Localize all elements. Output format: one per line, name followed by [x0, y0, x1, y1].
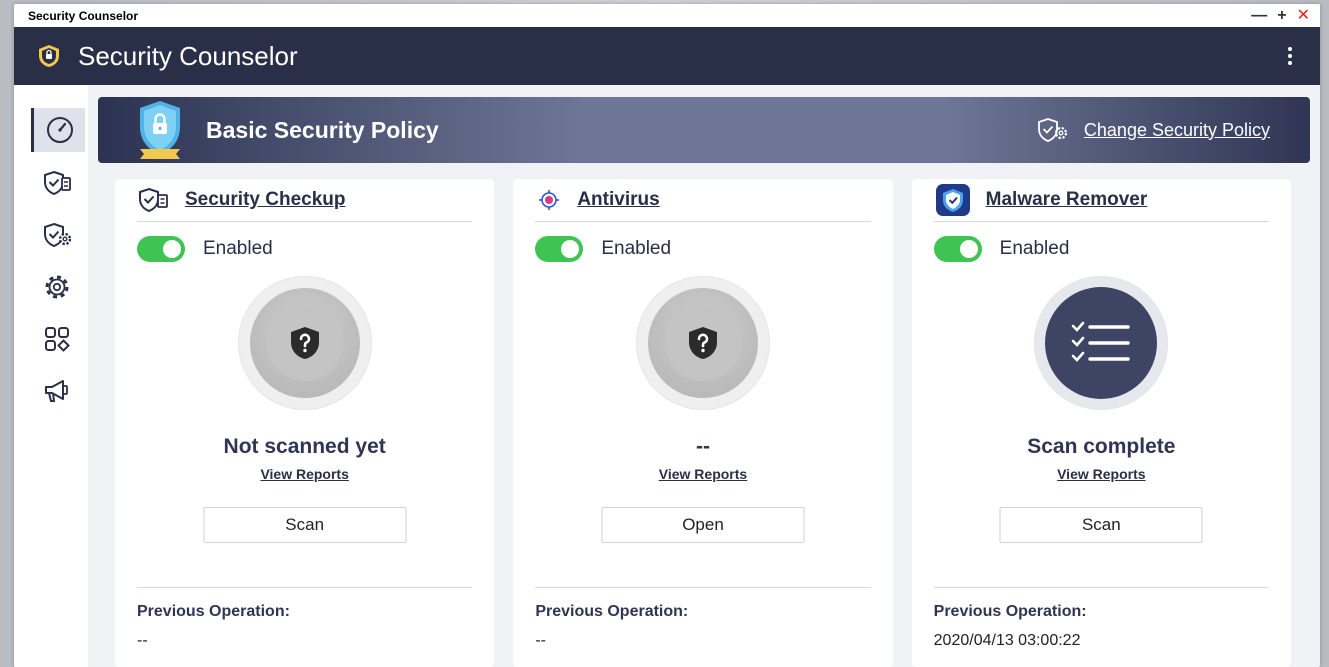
view-reports-link[interactable]: View Reports: [1057, 466, 1145, 482]
card-title-link[interactable]: Malware Remover: [986, 189, 1148, 211]
scan-button[interactable]: Scan: [203, 507, 407, 543]
window-titlebar[interactable]: Security Counselor — + ✕: [14, 4, 1320, 27]
previous-operation-value: --: [137, 632, 148, 649]
card-title-link[interactable]: Antivirus: [577, 189, 659, 211]
sidebar-item-security-checkup[interactable]: [30, 161, 84, 205]
status-text: Not scanned yet: [223, 435, 386, 458]
view-reports-link[interactable]: View Reports: [659, 466, 747, 482]
shield-question-icon: [290, 327, 319, 359]
status-dial: [237, 276, 372, 410]
window-controls: — + ✕: [1251, 7, 1310, 24]
previous-operation-label: Previous Operation:: [137, 603, 290, 620]
apps-grid-icon: [45, 327, 70, 352]
shield-question-icon: [688, 327, 717, 359]
malware-remover-icon: [935, 184, 970, 216]
view-reports-link[interactable]: View Reports: [260, 466, 348, 482]
sidebar: [14, 85, 88, 667]
previous-operation-value: 2020/04/13 03:00:22: [933, 632, 1081, 649]
policy-name: Basic Security Policy: [206, 116, 439, 143]
app-window: Security Counselor — + ✕ Security Counse…: [14, 4, 1320, 667]
checklist-icon: [1072, 321, 1131, 362]
malware-remover-card: Malware Remover Enabled Scan complete Vi…: [911, 179, 1291, 667]
main-content: Basic Security Policy Change Security Po…: [98, 97, 1310, 667]
change-policy-label: Change Security Policy: [1083, 119, 1270, 140]
app-logo-icon: [39, 45, 59, 67]
module-cards: Security Checkup Enabled Not scanned yet…: [115, 179, 1291, 667]
previous-operation: Previous Operation: --: [137, 587, 473, 650]
toggle-label: Enabled: [203, 238, 273, 259]
previous-operation: Previous Operation: --: [535, 587, 871, 650]
antivirus-icon: [539, 190, 560, 210]
previous-operation-label: Previous Operation:: [933, 603, 1087, 620]
change-policy-link[interactable]: Change Security Policy: [1036, 117, 1270, 143]
app-header: Security Counselor: [14, 27, 1320, 85]
shield-checklist-icon: [139, 187, 168, 213]
maximize-button[interactable]: +: [1277, 7, 1286, 24]
status-dial: [1034, 276, 1169, 410]
toggle-label: Enabled: [601, 238, 672, 259]
sidebar-item-dashboard[interactable]: [31, 108, 85, 152]
gear-icon: [45, 275, 69, 299]
reports-wrap: View Reports: [115, 466, 494, 484]
enable-row: Enabled: [933, 236, 1070, 262]
gauge-icon: [46, 117, 73, 143]
status-dial: [635, 276, 770, 410]
more-options-icon[interactable]: [1282, 43, 1298, 69]
close-button[interactable]: ✕: [1297, 7, 1310, 24]
minimize-button[interactable]: —: [1251, 7, 1267, 24]
policy-banner: Basic Security Policy Change Security Po…: [98, 97, 1310, 163]
card-header: Security Checkup: [137, 179, 473, 222]
card-header: Antivirus: [535, 179, 871, 222]
toggle-label: Enabled: [999, 238, 1070, 259]
app-title: Security Counselor: [78, 40, 298, 71]
shield-gear-icon: [1038, 118, 1068, 142]
shield-checklist-icon: [44, 170, 71, 196]
shield-gear-icon: [44, 222, 72, 248]
sidebar-item-apps[interactable]: [30, 317, 84, 361]
security-checkup-card: Security Checkup Enabled Not scanned yet…: [115, 179, 495, 667]
scan-button[interactable]: Scan: [999, 507, 1203, 543]
enable-row: Enabled: [535, 236, 671, 262]
card-header: Malware Remover: [933, 179, 1269, 222]
sidebar-item-settings[interactable]: [30, 265, 84, 309]
reports-wrap: View Reports: [912, 466, 1291, 484]
enable-toggle[interactable]: [933, 236, 982, 262]
megaphone-icon: [45, 380, 68, 402]
sidebar-item-announcements[interactable]: [30, 369, 84, 413]
reports-wrap: View Reports: [513, 466, 892, 484]
enable-row: Enabled: [137, 236, 273, 262]
status-text: Scan complete: [1027, 435, 1176, 458]
enable-toggle[interactable]: [137, 236, 185, 262]
card-title-link[interactable]: Security Checkup: [185, 189, 346, 211]
status-text: --: [695, 435, 710, 458]
previous-operation: Previous Operation: 2020/04/13 03:00:22: [933, 587, 1269, 650]
sidebar-item-security-policy[interactable]: [30, 213, 84, 257]
open-button[interactable]: Open: [601, 507, 805, 543]
enable-toggle[interactable]: [535, 236, 584, 262]
policy-shield-icon: [140, 101, 180, 159]
window-title: Security Counselor: [28, 8, 139, 23]
antivirus-card: Antivirus Enabled -- View Reports Open P…: [513, 179, 893, 667]
previous-operation-label: Previous Operation:: [535, 603, 689, 620]
previous-operation-value: --: [535, 632, 546, 649]
